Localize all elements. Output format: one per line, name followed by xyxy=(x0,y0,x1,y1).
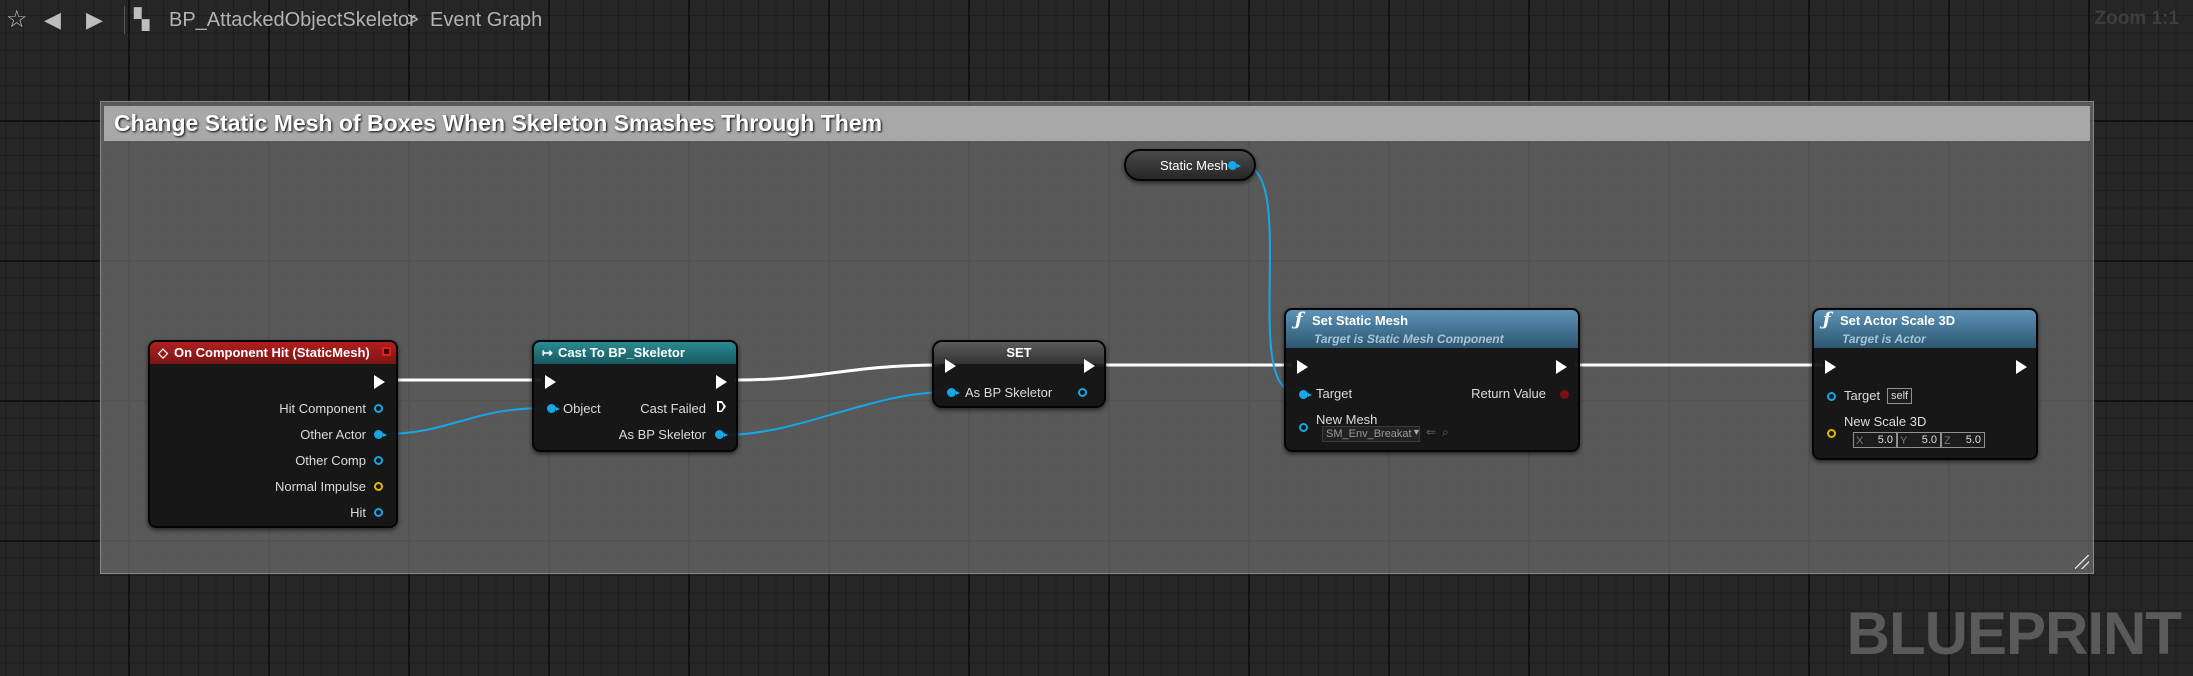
set-actor-scale-subtitle: Target is Actor xyxy=(1842,332,1926,346)
pin-label-hit-component: Hit Component xyxy=(279,401,366,416)
other-actor-pin[interactable] xyxy=(374,430,387,439)
target-pin[interactable] xyxy=(1827,392,1836,401)
breadcrumb-blueprint[interactable]: BP_AttackedObjectSkeletor xyxy=(169,7,416,33)
hit-component-pin[interactable] xyxy=(374,404,383,413)
static-mesh-out-pin[interactable] xyxy=(1228,161,1241,170)
pin-label-object: Object xyxy=(563,401,601,416)
comment-resize-handle[interactable] xyxy=(2075,555,2089,569)
pin-label-cast-failed: Cast Failed xyxy=(640,401,706,416)
pin-label-target: Target xyxy=(1316,386,1353,401)
other-comp-pin[interactable] xyxy=(374,456,383,465)
cast-node[interactable]: ↦ Cast To BP_Skeletor Object Cast Failed… xyxy=(532,340,738,452)
function-icon: ƒ xyxy=(1823,309,1831,330)
set-static-mesh-title: Set Static Mesh xyxy=(1312,313,1409,328)
event-node-header[interactable]: ◇ On Component Hit (StaticMesh) xyxy=(150,342,396,364)
set-node-header[interactable]: SET xyxy=(934,342,1104,364)
exec-in-pin[interactable] xyxy=(1825,360,1836,374)
blueprint-watermark: BLUEPRINT xyxy=(1846,600,2182,667)
pin-label-hit: Hit xyxy=(350,505,366,520)
toolbar-divider xyxy=(124,6,125,34)
new-mesh-pin[interactable] xyxy=(1299,423,1308,432)
new-mesh-dropdown[interactable]: SM_Env_Breakat xyxy=(1322,426,1420,442)
set-node[interactable]: SET As BP Skeletor xyxy=(932,340,1106,408)
exec-out-pin[interactable] xyxy=(716,375,727,389)
set-actor-scale-header[interactable]: ƒ Set Actor Scale 3D Target is Actor xyxy=(1814,309,2036,348)
set-actor-scale-title: Set Actor Scale 3D xyxy=(1840,313,1956,328)
object-pin[interactable] xyxy=(547,404,560,413)
event-node[interactable]: ◇ On Component Hit (StaticMesh) Hit Comp… xyxy=(148,340,398,528)
return-value-pin[interactable] xyxy=(1560,390,1569,399)
z-label: Z xyxy=(1944,435,1951,447)
pin-label-target: Target xyxy=(1844,388,1881,403)
zoom-level: Zoom 1:1 xyxy=(2094,8,2179,29)
exec-in-pin[interactable] xyxy=(945,359,956,373)
new-scale-pin[interactable] xyxy=(1827,429,1836,438)
static-mesh-variable[interactable]: Static Mesh xyxy=(1124,149,1256,181)
browse-search-icon[interactable]: ⌕ xyxy=(1442,425,1449,440)
exec-in-pin[interactable] xyxy=(545,375,556,389)
cast-failed-pin[interactable] xyxy=(717,401,726,412)
pin-label-as-bp-skeletor: As BP Skeletor xyxy=(965,385,1053,400)
set-node-title: SET xyxy=(1006,345,1032,360)
pin-label-other-comp: Other Comp xyxy=(295,453,366,468)
event-diamond-icon: ◇ xyxy=(158,345,168,360)
function-icon: ƒ xyxy=(1295,309,1303,330)
pin-label-normal-impulse: Normal Impulse xyxy=(274,479,366,494)
set-static-mesh-header[interactable]: ƒ Set Static Mesh Target is Static Mesh … xyxy=(1286,309,1578,348)
as-bp-skeletor-in-pin[interactable] xyxy=(947,388,960,397)
cast-arrow-icon: ↦ xyxy=(542,345,553,360)
pin-label-new-scale: New Scale 3D xyxy=(1844,414,1927,429)
normal-impulse-pin[interactable] xyxy=(374,482,383,491)
set-actor-scale-node[interactable]: ƒ Set Actor Scale 3D Target is Actor Tar… xyxy=(1812,308,2038,460)
target-pin[interactable] xyxy=(1299,390,1312,399)
star-icon[interactable]: ☆ xyxy=(6,6,28,34)
breadcrumb-graph[interactable]: Event Graph xyxy=(430,7,542,33)
static-mesh-label: Static Mesh xyxy=(1160,158,1228,173)
pin-label-other-actor: Other Actor xyxy=(300,427,366,442)
pin-label-as-bp-skeletor: As BP Skeletor xyxy=(618,427,706,442)
x-label: X xyxy=(1856,435,1864,447)
use-selected-arrow-icon[interactable]: ⇐ xyxy=(1426,425,1436,439)
cast-node-title: Cast To BP_Skeletor xyxy=(558,345,685,360)
exec-out-pin[interactable] xyxy=(1084,359,1095,373)
chevron-down-icon[interactable]: ▼ xyxy=(1412,427,1421,437)
exec-out-pin[interactable] xyxy=(1556,360,1567,374)
exec-in-pin[interactable] xyxy=(1297,360,1308,374)
top-toolbar: ☆ ◀ ▶ ▚ BP_AttackedObjectSkeletor > Even… xyxy=(0,0,2193,40)
hit-pin[interactable] xyxy=(374,508,383,517)
target-self-field[interactable]: self xyxy=(1887,388,1913,404)
set-static-mesh-node[interactable]: ƒ Set Static Mesh Target is Static Mesh … xyxy=(1284,308,1580,452)
as-bp-skeletor-out-pin[interactable] xyxy=(1078,388,1087,397)
graph-icon: ▚ xyxy=(134,9,150,31)
set-static-mesh-subtitle: Target is Static Mesh Component xyxy=(1314,332,1504,346)
forward-arrow-icon[interactable]: ▶ xyxy=(86,6,103,34)
event-node-title: On Component Hit (StaticMesh) xyxy=(174,345,370,360)
delegate-square-icon[interactable] xyxy=(382,347,391,356)
comment-box[interactable]: Change Static Mesh of Boxes When Skeleto… xyxy=(100,101,2094,574)
exec-out-pin[interactable] xyxy=(374,375,385,389)
pin-label-return-value: Return Value xyxy=(1471,386,1546,401)
back-arrow-icon[interactable]: ◀ xyxy=(44,6,61,34)
as-bp-skeletor-pin[interactable] xyxy=(715,430,728,439)
comment-title[interactable]: Change Static Mesh of Boxes When Skeleto… xyxy=(104,106,2090,141)
y-label: Y xyxy=(1900,435,1908,447)
exec-out-pin[interactable] xyxy=(2016,360,2027,374)
cast-node-header[interactable]: ↦ Cast To BP_Skeletor xyxy=(534,342,736,364)
breadcrumb-separator: > xyxy=(407,9,419,31)
